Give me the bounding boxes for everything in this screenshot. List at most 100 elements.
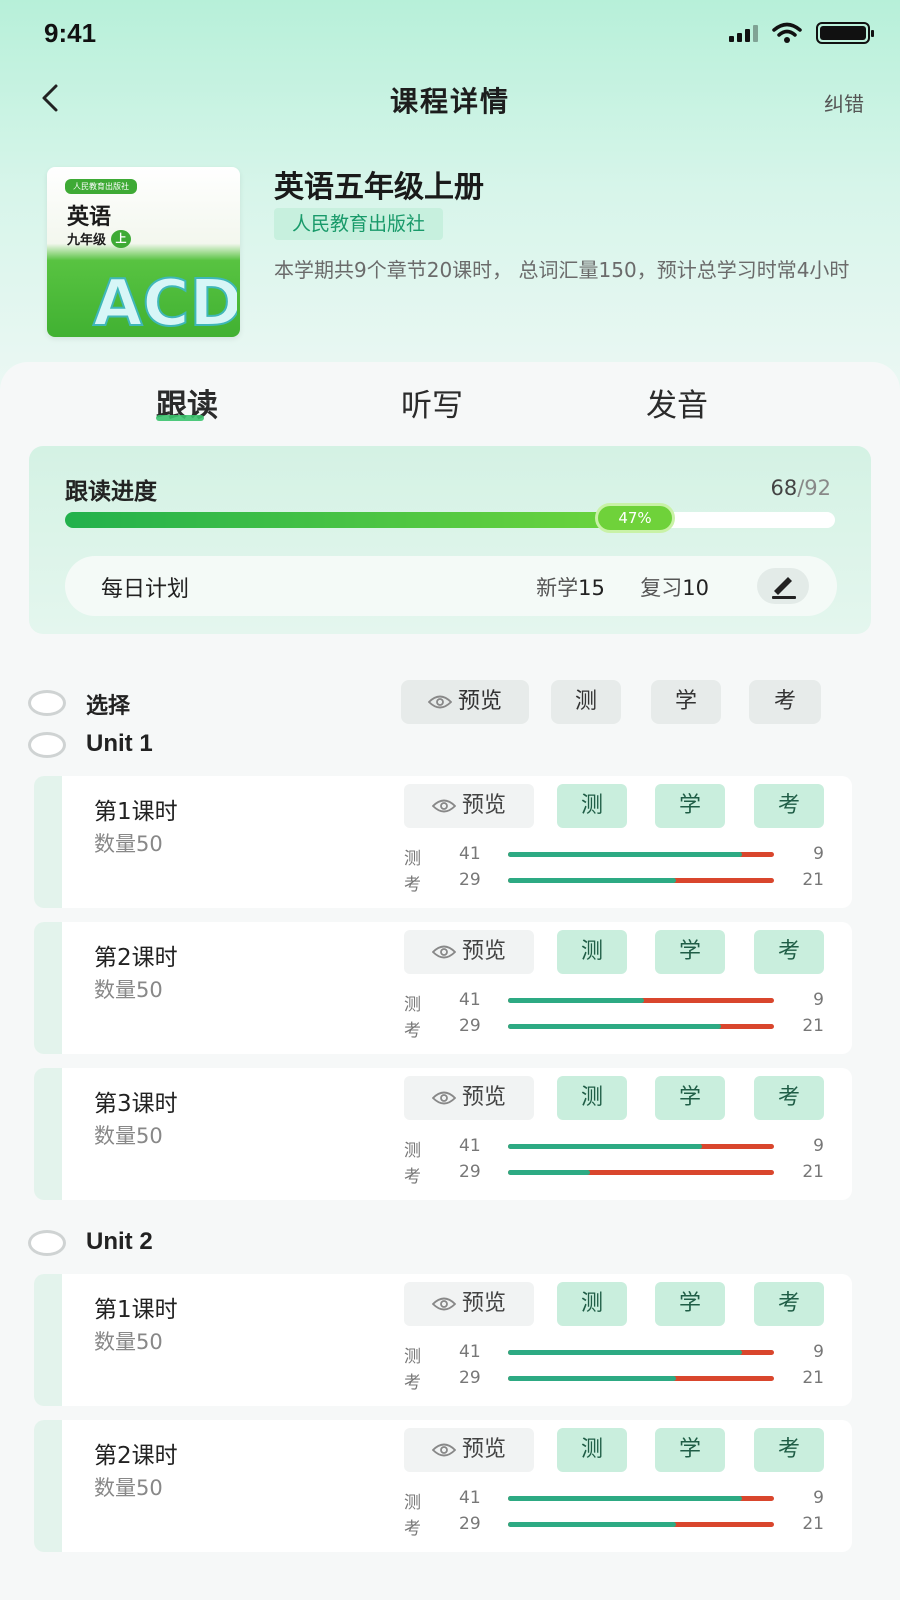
progress-current: 68 [770,476,798,500]
lesson-test-stats: 测 41 9 [404,990,824,1015]
lesson-learn-button[interactable]: 学 [655,930,725,974]
test-stat-label: 测 [404,995,421,1015]
lesson-card[interactable]: 第2课时 数量50 预览测学考测 41 9 考 29 21 [34,922,852,1054]
unit-select-radio[interactable] [28,732,66,758]
review-value: 10 [682,576,709,600]
exam-wrong-count: 21 [802,870,824,890]
lesson-exam-stats: 考 29 21 [404,870,824,895]
exam-stat-label: 考 [404,1167,421,1187]
select-all-radio[interactable] [28,690,66,716]
test-stat-label: 测 [404,1493,421,1513]
exam-stat-label: 考 [404,875,421,895]
lesson-test-stats: 测 41 9 [404,1136,824,1161]
test-wrong-count: 9 [813,844,824,864]
book-cover-grade-text: 九年级 [67,233,107,248]
book-cover-letters: ACD [92,266,237,335]
lesson-preview-button[interactable]: 预览 [404,1282,534,1326]
progress-label: 跟读进度 [65,479,157,505]
lesson-preview-button[interactable]: 预览 [404,1428,534,1472]
eye-icon [427,695,452,709]
book-cover-publisher: 人民教育出版社 [65,179,137,194]
test-all-button[interactable]: 测 [551,680,621,724]
test-ratio-bar [508,1144,774,1149]
lesson-word-count: 数量50 [94,1330,163,1354]
review-label: 复习 [640,576,683,600]
exam-ratio-fill [508,1522,676,1527]
tab-bar: 跟读 听写 发音 [0,380,900,440]
exam-ratio-bar [508,1170,774,1175]
test-ratio-bar [508,1496,774,1501]
lesson-card[interactable]: 第2课时 数量50 预览测学考测 41 9 考 29 21 [34,1420,852,1552]
lesson-test-button[interactable]: 测 [557,930,627,974]
navigation-bar: 课程详情 纠错 [0,70,900,126]
exam-correct-count: 29 [459,1162,481,1182]
lesson-test-button[interactable]: 测 [557,784,627,828]
tab-dictation[interactable]: 听写 [401,380,463,425]
test-ratio-fill [508,852,743,857]
test-ratio-fill [508,998,644,1003]
tab-follow-read[interactable]: 跟读 [156,380,218,425]
select-all-label: 选择 [86,694,131,719]
test-correct-count: 41 [459,1488,481,1508]
lesson-title: 第3课时 [94,1091,178,1117]
unit-title: Unit 2 [86,1228,153,1255]
lesson-preview-button[interactable]: 预览 [404,1076,534,1120]
lesson-card-strip [34,1274,62,1406]
lesson-exam-button[interactable]: 考 [754,1076,824,1120]
progress-percent-badge: 47% [595,503,675,533]
exam-all-button[interactable]: 考 [749,680,821,724]
eye-icon [431,799,456,813]
learn-all-button[interactable]: 学 [651,680,721,724]
unit-title: Unit 1 [86,730,153,757]
lesson-exam-stats: 考 29 21 [404,1016,824,1041]
exam-correct-count: 29 [459,1514,481,1534]
lesson-title: 第2课时 [94,945,178,971]
exam-ratio-fill [508,1170,591,1175]
progress-count: 68/92 [770,476,831,500]
edit-plan-button[interactable] [757,568,809,604]
exam-stat-label: 考 [404,1373,421,1393]
lesson-card[interactable]: 第3课时 数量50 预览测学考测 41 9 考 29 21 [34,1068,852,1200]
lesson-exam-button[interactable]: 考 [754,930,824,974]
lesson-card-strip [34,922,62,1054]
lesson-learn-button[interactable]: 学 [655,1428,725,1472]
daily-plan-bar[interactable]: 每日计划 新学15 复习10 [65,556,837,616]
lesson-test-button[interactable]: 测 [557,1428,627,1472]
lesson-exam-button[interactable]: 考 [754,784,824,828]
lesson-test-button[interactable]: 测 [557,1282,627,1326]
lesson-learn-button[interactable]: 学 [655,1282,725,1326]
lesson-preview-button[interactable]: 预览 [404,930,534,974]
exam-ratio-bar [508,1024,774,1029]
report-error-button[interactable]: 纠错 [824,88,864,117]
progress-fill [65,512,635,528]
list-header-row: 选择 预览 测 学 考 [28,680,872,728]
lesson-learn-button[interactable]: 学 [655,784,725,828]
unit-select-radio[interactable] [28,1230,66,1256]
lesson-exam-stats: 考 29 21 [404,1162,824,1187]
lesson-exam-button[interactable]: 考 [754,1428,824,1472]
progress-track: 47% [65,503,835,533]
lesson-word-count: 数量50 [94,832,163,856]
test-ratio-bar [508,1350,774,1355]
cellular-signal-icon [729,24,758,42]
tab-dictation-label: 听写 [401,388,463,424]
lesson-test-stats: 测 41 9 [404,844,824,869]
tab-pronunciation[interactable]: 发音 [646,380,708,425]
lesson-card[interactable]: 第1课时 数量50 预览测学考测 41 9 考 29 21 [34,776,852,908]
test-correct-count: 41 [459,844,481,864]
exam-wrong-count: 21 [802,1162,824,1182]
lesson-learn-button[interactable]: 学 [655,1076,725,1120]
test-correct-count: 41 [459,1136,481,1156]
lesson-exam-button[interactable]: 考 [754,1282,824,1326]
lesson-card[interactable]: 第1课时 数量50 预览测学考测 41 9 考 29 21 [34,1274,852,1406]
preview-all-button[interactable]: 预览 [401,680,529,724]
lesson-test-button[interactable]: 测 [557,1076,627,1120]
status-time: 9:41 [44,18,97,48]
test-wrong-count: 9 [813,1342,824,1362]
lesson-preview-button[interactable]: 预览 [404,784,534,828]
test-ratio-fill [508,1144,703,1149]
battery-icon [816,22,874,44]
pencil-icon [772,577,796,599]
course-title: 英语五年级上册 [274,170,484,205]
exam-wrong-count: 21 [802,1514,824,1534]
